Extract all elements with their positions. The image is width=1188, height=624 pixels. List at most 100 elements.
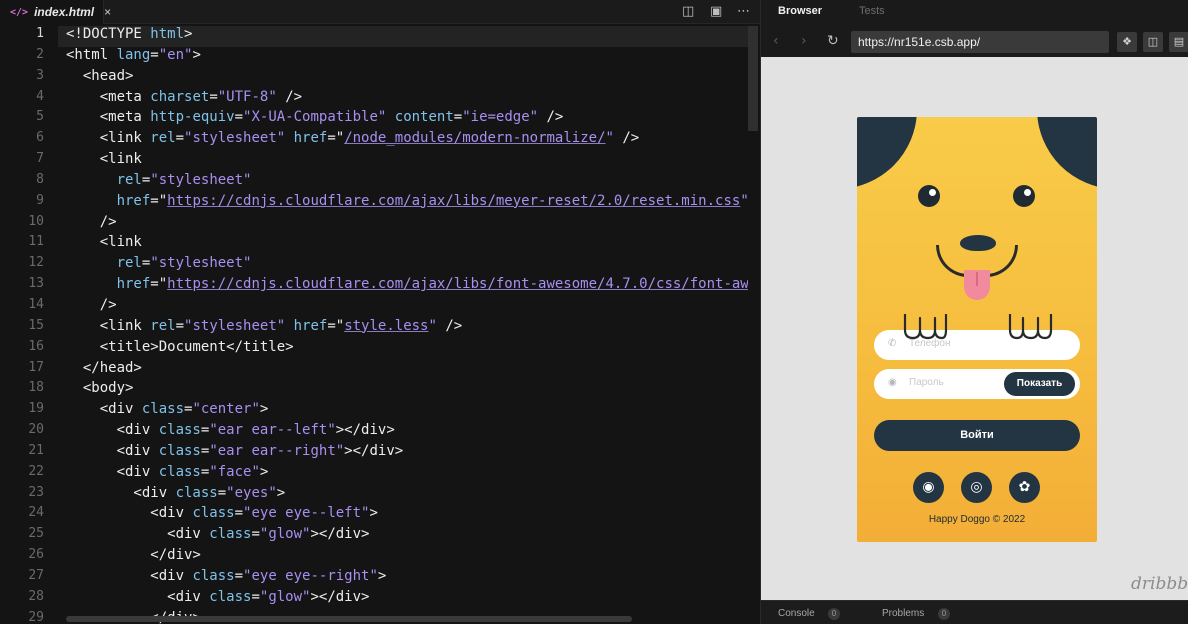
code-line[interactable]: <head> (58, 68, 748, 89)
line-number: 29 (28, 609, 44, 624)
line-number: 28 (28, 588, 44, 604)
code-line[interactable]: <link rel="stylesheet" href="/node_modul… (58, 130, 748, 151)
left-ear (857, 117, 917, 189)
code-line[interactable]: <div class="ear ear--right"></div> (58, 443, 748, 464)
code-token: "eye eye--left" (243, 505, 370, 522)
code-token: = (217, 484, 227, 501)
code-line[interactable]: <!DOCTYPE html> (58, 26, 748, 47)
paw-icon[interactable]: ✿ (1009, 472, 1040, 503)
url-input[interactable]: https://nr151e.csb.app/ (851, 31, 1109, 53)
code-line[interactable]: <link (58, 234, 748, 255)
line-number: 9 (36, 192, 44, 208)
weibo-icon[interactable]: ◎ (961, 472, 992, 503)
close-icon[interactable]: × (104, 5, 111, 19)
tab-tests[interactable]: Tests (859, 5, 885, 17)
tongue-line (976, 272, 978, 286)
login-button[interactable]: Войти (874, 420, 1080, 451)
code-line[interactable]: <link rel="stylesheet" href="style.less"… (58, 318, 748, 339)
code-token: /> (613, 130, 640, 147)
code-token: ></div> (310, 526, 370, 543)
tab-label: index.html (34, 5, 95, 19)
code-token: = (175, 317, 185, 334)
tab-browser[interactable]: Browser (778, 5, 822, 17)
code-line[interactable]: <div class="eye eye--right"> (58, 568, 748, 589)
code-line[interactable]: /> (58, 297, 748, 318)
tab-console[interactable]: Console (778, 608, 815, 619)
vertical-scrollbar[interactable] (748, 26, 758, 131)
tab-index-html[interactable]: </> index.html × (0, 0, 111, 24)
line-number: 25 (28, 526, 44, 542)
line-number: 2 (36, 46, 44, 62)
code-token: <div (66, 401, 142, 418)
code-token: /> (276, 88, 303, 105)
code-token: <!DOCTYPE (66, 26, 151, 42)
line-number: 1 (36, 26, 44, 41)
code-token: class (192, 567, 235, 584)
show-password-button[interactable]: Показать (1004, 372, 1075, 396)
code-token: > (377, 567, 387, 584)
code-token: <link (66, 130, 151, 147)
code-token: content (394, 109, 454, 126)
back-icon[interactable]: ‹ (773, 33, 779, 49)
code-token: "eyes" (226, 484, 277, 501)
split-editor-icon[interactable]: ◫ (682, 4, 694, 19)
code-line[interactable]: <link (58, 151, 748, 172)
code-line[interactable]: <html lang="en"> (58, 47, 748, 68)
code-line[interactable]: <div class="eyes"> (58, 485, 748, 506)
code-line[interactable]: <div class="glow"></div> (58, 526, 748, 547)
code-line[interactable]: <div class="face"> (58, 464, 748, 485)
code-line[interactable]: <body> (58, 380, 748, 401)
password-field[interactable]: ◉ Пароль Показать (874, 369, 1080, 399)
code-token: lang (116, 46, 151, 63)
code-token: <body> (66, 380, 134, 397)
left-eye (918, 185, 940, 207)
code-line[interactable]: rel="stylesheet" (58, 255, 748, 276)
new-window-icon[interactable]: ◫ (1143, 32, 1163, 52)
tab-problems[interactable]: Problems (882, 608, 924, 619)
code-line[interactable]: <div class="ear ear--left"></div> (58, 422, 748, 443)
horizontal-scrollbar[interactable] (66, 616, 632, 622)
code-line[interactable]: href="https://cdnjs.cloudflare.com/ajax/… (58, 193, 748, 214)
preview-icon[interactable]: ▣ (710, 4, 722, 19)
code-line[interactable]: <div class="center"> (58, 401, 748, 422)
wechat-icon[interactable]: ◉ (913, 472, 944, 503)
code-line[interactable]: rel="stylesheet" (58, 172, 748, 193)
preview-panel: Browser Tests ‹ › ↻ https://nr151e.csb.a… (760, 0, 1188, 624)
code-line[interactable]: <title>Document</title> (58, 339, 748, 360)
code-editor[interactable]: </> index.html × ◫ ▣ ⋯ 1 2 3 4 5 6 7 8 9 10 11 12 13… (0, 0, 760, 624)
line-number: 26 (28, 547, 44, 563)
responsive-icon[interactable]: ❖ (1117, 32, 1137, 52)
code-token: <div (66, 422, 159, 439)
code-line[interactable]: <meta http-equiv="X-UA-Compatible" conte… (58, 109, 748, 130)
code-line[interactable]: href="https://cdnjs.cloudflare.com/ajax/… (58, 276, 748, 297)
code-token: href (116, 276, 151, 293)
code-line[interactable]: </head> (58, 360, 748, 381)
code-token: style.less (344, 317, 429, 334)
preview-window-icon[interactable]: ▤ (1169, 32, 1188, 52)
code-line[interactable]: /> (58, 214, 748, 235)
code-token: href (293, 130, 328, 147)
code-token: /node_modules/modern-normalize/ (344, 130, 606, 147)
code-area[interactable]: <!DOCTYPE html> <html lang="en"> <head> <… (58, 26, 748, 624)
code-token: "stylesheet" (150, 255, 252, 272)
code-line[interactable]: <div class="glow"></div> (58, 589, 748, 610)
code-token: /> (66, 296, 117, 313)
code-token: "X-UA-Compatible" (243, 109, 387, 126)
more-icon[interactable]: ⋯ (737, 4, 750, 19)
code-token: "glow" (259, 526, 311, 543)
refresh-icon[interactable]: ↻ (827, 33, 839, 49)
code-line[interactable]: <meta charset="UTF-8" /> (58, 89, 748, 110)
right-paw (1008, 314, 1053, 340)
code-line[interactable]: <div class="eye eye--left"> (58, 505, 748, 526)
code-token: html (150, 26, 185, 42)
code-token: > (184, 26, 193, 42)
code-line[interactable]: </div> (58, 547, 748, 568)
comment-icon: ◉ (888, 377, 897, 388)
line-number: 22 (28, 463, 44, 479)
forward-icon[interactable]: › (801, 33, 807, 49)
code-token: "glow" (259, 588, 311, 605)
code-token: <div (66, 567, 193, 584)
line-number: 13 (28, 276, 44, 292)
code-token: "ear ear--right" (209, 442, 345, 459)
